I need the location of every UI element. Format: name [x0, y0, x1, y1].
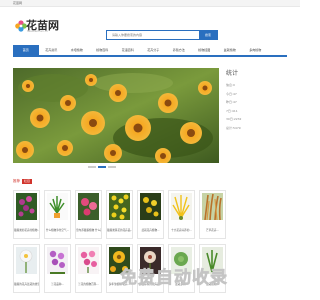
plant-thumbnail	[78, 247, 99, 274]
nav-item-succulent[interactable]: 多肉植物	[243, 45, 269, 55]
banner-pagination	[88, 164, 118, 168]
search-box: 搜索	[106, 30, 218, 40]
main-nav: 首页 花卉资讯 水培植物 植物百科 花语百科 花卉分子 养殖方法 植物挂图 盆栽…	[13, 45, 287, 57]
plant-thumbnail	[202, 193, 223, 220]
stat-7days: 7日:411	[226, 108, 238, 113]
nav-item-flower-molecule[interactable]: 花卉分子	[141, 45, 167, 55]
top-bar: 花苗网	[0, 0, 300, 7]
nav-item-home[interactable]: 首页	[13, 45, 39, 55]
plant-card-name: 十大花卉好养的...	[171, 229, 192, 232]
plant-card[interactable]: 十大花卉好养的...	[168, 190, 195, 239]
plant-card[interactable]: 芒草花卉...	[199, 190, 226, 239]
plant-thumbnail	[109, 193, 130, 220]
nav-item-care[interactable]: 养殖方法	[166, 45, 192, 55]
search-input[interactable]	[107, 31, 197, 39]
hero-banner-image[interactable]	[13, 68, 219, 163]
nav-item-plant-charts[interactable]: 植物挂图	[192, 45, 218, 55]
stat-total: 总计:5479	[226, 125, 241, 130]
plant-card[interactable]: 蔓藤类黄花的花卉品...	[106, 190, 133, 239]
plant-card-name: 兰花品种...	[51, 283, 64, 286]
stat-today: 今日:47	[226, 91, 237, 96]
plant-card[interactable]: 蔓藤类的花卉的植物...	[13, 190, 40, 239]
plant-card-name: 盆栽花卉植物...	[141, 229, 160, 232]
stats-panel: 统计 信息:0 今日:47 昨日:47 7日:411 30日:2232 总计:5…	[226, 68, 286, 132]
section-header: 推荐 栏目	[13, 178, 33, 184]
plant-card-name: 什么植物净化空气...	[45, 229, 70, 232]
nav-item-flower-language[interactable]: 花语百科	[115, 45, 141, 55]
plant-card-name: 蔓藤类黄花的花卉品...	[107, 229, 132, 232]
nav-item-potted[interactable]: 盆栽植物	[217, 45, 243, 55]
search-button[interactable]: 搜索	[199, 31, 217, 39]
stat-info: 信息:0	[226, 83, 235, 87]
section-badge[interactable]: 栏目	[22, 179, 33, 184]
nav-item-news[interactable]: 花卉资讯	[39, 45, 65, 55]
watermark-text: 免费自动收录	[120, 268, 228, 289]
stat-yesterday: 昨日:47	[226, 100, 237, 104]
nav-item-hydroponic[interactable]: 水培植物	[64, 45, 90, 55]
banner-dot-active[interactable]	[98, 166, 106, 168]
plant-card-name: 兰花的植物百科...	[78, 283, 99, 286]
plant-card[interactable]: 兰花的植物百科...	[75, 244, 102, 293]
nav-item-plant-wiki[interactable]: 植物百科	[90, 45, 116, 55]
plant-thumbnail	[16, 193, 37, 220]
site-logo[interactable]: 花苗网 huamiao.com.cn	[14, 18, 62, 36]
orange-flowers-illustration	[13, 68, 219, 163]
plant-card[interactable]: 室内养蔓藤植物 什么花...	[75, 190, 102, 239]
plant-card[interactable]: 兰花品种...	[44, 244, 71, 293]
logo-subtitle: huamiao.com.cn	[27, 30, 48, 33]
plant-card-name: 室内养蔓藤植物 什么花...	[76, 229, 101, 232]
plant-thumbnail	[78, 193, 99, 220]
section-title: 推荐	[13, 179, 20, 183]
plant-card[interactable]: 盆栽花卉植物...	[137, 190, 164, 239]
stat-30days: 30日:2232	[226, 117, 242, 121]
plant-card-name: 蔓藤类的花卉的植物...	[14, 229, 39, 232]
stats-title: 统计	[226, 70, 239, 77]
plant-card[interactable]: 什么植物净化空气...	[44, 190, 71, 239]
banner-dot[interactable]	[108, 166, 116, 168]
top-bar-text[interactable]: 花苗网	[13, 1, 22, 5]
banner-dot[interactable]	[88, 166, 96, 168]
plant-card-name: 芒草花卉...	[206, 229, 219, 232]
plant-card-name: 蔓藤的花卉盆栽的类型...	[14, 283, 39, 286]
plant-thumbnail	[16, 247, 37, 274]
header: 花苗网 huamiao.com.cn 搜索	[0, 7, 300, 44]
plant-thumbnail	[140, 193, 161, 220]
plant-thumbnail	[171, 193, 192, 220]
plant-card[interactable]: 蔓藤的花卉盆栽的类型...	[13, 244, 40, 293]
plant-thumbnail	[47, 247, 68, 274]
plant-thumbnail	[47, 193, 68, 220]
